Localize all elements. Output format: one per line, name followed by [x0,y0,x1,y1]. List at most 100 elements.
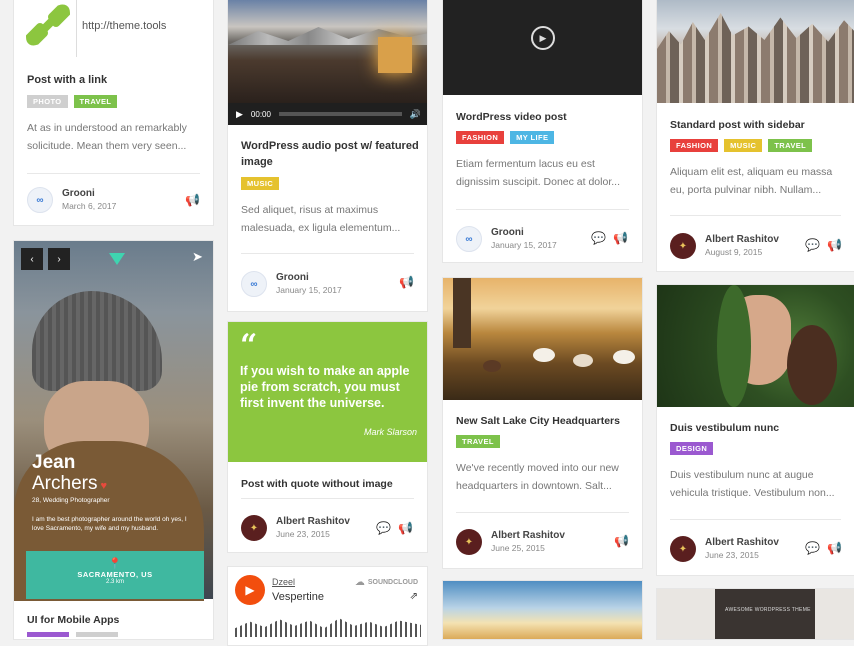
megaphone-icon[interactable]: 📢 [185,193,200,207]
tag-photo[interactable]: PHOTO [27,95,68,108]
author-name[interactable]: Albert Rashitov [705,233,779,246]
post-excerpt: Aliquam elit est, aliquam eu massa eu, p… [670,166,833,196]
play-icon[interactable]: ▶ [236,109,243,120]
quote-mark-icon: “ [240,328,258,363]
next-button[interactable]: › [48,248,70,270]
chickens-image [443,278,642,400]
portrait-image [657,285,854,407]
comments-icon[interactable]: 💬 [591,231,606,245]
post-excerpt: At as in understood an remarkably solici… [27,122,187,152]
author-name[interactable]: Albert Rashitov [491,529,565,542]
tag-my-life[interactable]: MY LIFE [510,131,555,144]
author-name[interactable]: Albert Rashitov [705,536,779,549]
sunset-image [443,581,642,639]
waveform[interactable] [235,618,421,637]
tag-design[interactable]: DESIGN [670,442,714,455]
megaphone-icon[interactable]: 📢 [827,238,842,252]
track-title[interactable]: Vespertine [272,591,324,603]
link-url[interactable]: http://theme.tools [82,20,166,32]
audio-post-card: ▶ 00:00 🔊 WordPress audio post w/ featur… [227,0,428,312]
post-title[interactable]: UI for Mobile Apps [27,612,119,628]
author-name[interactable]: Grooni [276,271,342,284]
profile-first-name: Jean [32,452,76,473]
avatar[interactable]: ✦ [241,515,267,541]
post-title[interactable]: New Salt Lake City Headquarters [456,413,620,429]
comments-icon[interactable]: 💬 [805,238,820,252]
megaphone-icon[interactable]: 📢 [613,231,628,245]
avatar[interactable]: ∞ [27,187,53,213]
audio-progress[interactable] [278,112,402,116]
tag-fashion[interactable]: FASHION [456,131,505,144]
post-date: January 15, 2017 [491,240,557,250]
author-name[interactable]: Albert Rashitov [276,515,350,528]
quote-text: If you wish to make an apple pie from sc… [240,364,410,410]
megaphone-icon[interactable]: 📢 [399,275,414,289]
soundcloud-play-button[interactable]: ▶ [235,575,265,605]
link-post-card: http://theme.tools Post with a link PHOT… [13,0,214,226]
post-title[interactable]: Post with quote without image [241,476,393,492]
tag-music[interactable]: MUSIC [241,177,280,190]
tag-travel[interactable]: TRAVEL [73,95,118,108]
quote-cite: Mark Slarson [363,427,417,437]
video-post-card: ▶ WordPress video post FASHION MY LIFE E… [442,0,643,263]
audio-featured-image [228,0,427,103]
avatar[interactable]: ✦ [670,233,696,259]
post-date: August 9, 2015 [705,247,763,257]
profile-last-name: Archers [32,473,98,494]
theme-screenshot-text: AWESOME WORDPRESS THEME [725,607,811,613]
post-title[interactable]: Standard post with sidebar [670,117,805,133]
tag-music[interactable]: MUSIC [724,139,763,152]
post-excerpt: Etiam fermentum lacus eu est dignissim s… [456,158,620,188]
volume-icon[interactable]: 🔊 [410,109,421,120]
slc-post-card: New Salt Lake City Headquarters TRAVEL W… [442,277,643,569]
soundcloud-logo-icon: ☁ [354,577,365,588]
triangle-logo-icon [109,253,125,265]
avatar[interactable]: ✦ [670,536,696,562]
quote-block: “ If you wish to make an apple pie from … [228,322,427,462]
design-post-card: Duis vestibulum nunc DESIGN Duis vestibu… [656,284,854,576]
post-title[interactable]: WordPress video post [456,109,567,125]
author-name[interactable]: Grooni [62,187,116,200]
profile-role: 28, Wedding Photographer [32,497,110,504]
post-date: June 23, 2015 [276,529,330,539]
video-player[interactable]: ▶ [443,0,642,95]
avatar[interactable]: ✦ [456,529,482,555]
post-date: June 25, 2015 [491,543,545,553]
comments-icon[interactable]: 💬 [376,521,391,535]
avatar[interactable]: ∞ [241,271,267,297]
tag-travel[interactable]: TRAVEL [456,435,500,448]
megaphone-icon[interactable]: 📢 [614,534,629,548]
post-title[interactable]: Post with a link [27,72,107,88]
location-city: SACRAMENTO, US [77,570,153,579]
soundcloud-widget: ▶ Dzeel Vespertine ☁ SOUNDCLOUD ⇗ [227,566,428,646]
theme-post-card: AWESOME WORDPRESS THEME [656,588,854,640]
tag-fashion[interactable]: FASHION [670,139,719,152]
post-title[interactable]: WordPress audio post w/ featured image [241,138,419,170]
post-excerpt: Duis vestibulum nunc at augue vehicula t… [670,469,835,499]
post-excerpt: Sed aliquet, risus at maximus malesuada,… [241,204,401,234]
sidebar-post-card: Standard post with sidebar FASHION MUSIC… [656,0,854,272]
theme-screenshot: AWESOME WORDPRESS THEME [657,589,854,639]
post-title[interactable]: Duis vestibulum nunc [670,420,779,436]
mobile-ui-card: ‹ › ➤ Jean Archers ♥ 28, Wedding Photogr… [13,240,214,640]
prev-button[interactable]: ‹ [21,248,43,270]
share-icon[interactable]: ⇗ [410,591,418,602]
post-date: March 6, 2017 [62,201,117,211]
video-play-icon[interactable]: ▶ [531,26,555,50]
location-distance: 2.3 km [105,579,124,585]
quote-post-card: “ If you wish to make an apple pie from … [227,321,428,553]
avatar[interactable]: ∞ [456,226,482,252]
tag-travel[interactable]: TRAVEL [768,139,813,152]
send-icon[interactable]: ➤ [192,249,203,265]
track-user[interactable]: Dzeel [272,577,295,587]
heart-icon: ♥ [97,480,108,492]
author-name[interactable]: Grooni [491,226,557,239]
comments-icon[interactable]: 💬 [805,541,820,555]
megaphone-icon[interactable]: 📢 [827,541,842,555]
location-panel[interactable]: 📍 SACRAMENTO, US 2.3 km [26,551,204,599]
megaphone-icon[interactable]: 📢 [398,521,413,535]
audio-time: 00:00 [250,109,271,119]
pin-icon: 📍 [108,558,122,570]
city-image [657,0,854,103]
audio-player[interactable]: ▶ 00:00 🔊 [228,103,427,125]
